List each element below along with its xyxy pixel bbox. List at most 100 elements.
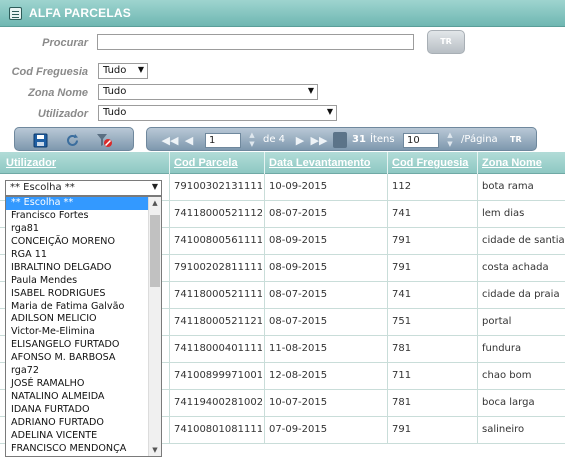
user-filter-select[interactable]: ** Escolha ** ▼ [5, 180, 162, 196]
col-header-utilizador[interactable]: Utilizador [6, 157, 56, 169]
refresh-icon[interactable] [63, 131, 81, 149]
items-label: Ítens [370, 134, 395, 145]
dropdown-option[interactable]: ** Escolha ** [6, 197, 161, 210]
dropdown-option[interactable]: Paula Mendes [6, 275, 161, 288]
pagination-toolbar: ◀◀ ◀ 1 ▲ ▼ de 4 ▶ ▶▶ 31 Ítens 10 ▲ ▼ /Pági… [146, 127, 537, 151]
list-icon [9, 7, 22, 20]
cell-cod-freguesia: 751 [392, 316, 412, 327]
per-page-spinner-icon[interactable]: ▲ ▼ [445, 131, 455, 149]
page-of-label: de 4 [263, 134, 286, 145]
dropdown-option[interactable]: Victor-Me-Elimina [6, 326, 161, 339]
cell-data-levantamento: 08-09-2015 [269, 262, 328, 273]
dropdown-option[interactable]: CONCEIÇÃO MORENO [6, 236, 161, 249]
chevron-down-icon: ▼ [326, 107, 333, 116]
cell-cod-parcela: 74118000521121 [174, 316, 262, 327]
scroll-up-icon[interactable]: ▲ [149, 199, 161, 207]
scroll-down-icon[interactable]: ▼ [149, 446, 161, 454]
dropdown-option[interactable]: RGA 11 [6, 249, 161, 262]
dropdown-option[interactable]: rga72 [6, 365, 161, 378]
dropdown-option[interactable]: FRANCISCO MENDONÇA [6, 443, 161, 456]
dropdown-option[interactable]: ELISANGELO FURTADO [6, 339, 161, 352]
cell-cod-freguesia: 791 [392, 424, 412, 435]
item-count: 31 [352, 134, 366, 145]
dropdown-option[interactable]: IBRALTINO DELGADO [6, 262, 161, 275]
apply-page-button[interactable]: TR [510, 135, 522, 144]
cell-cod-parcela: 74100899971001 [174, 370, 262, 381]
save-icon[interactable] [31, 131, 49, 149]
cell-zona-nome: cidade de santia [482, 235, 565, 246]
cell-cod-freguesia: 781 [392, 343, 412, 354]
cell-cod-freguesia: 741 [392, 289, 412, 300]
grid-header: Utilizador Cod Parcela Data Levantamento… [0, 152, 565, 174]
utilizador-select-value: Tudo [103, 107, 127, 118]
utilizador-label: Utilizador [37, 108, 88, 120]
dropdown-option[interactable]: ADILSON MELICIO [6, 313, 161, 326]
dropdown-scrollbar[interactable]: ▲ ▼ [148, 197, 161, 456]
zona-select[interactable]: Tudo ▼ [98, 84, 318, 100]
chevron-down-icon: ▼ [137, 65, 144, 74]
cell-cod-parcela: 74118000521111 [174, 289, 262, 300]
dropdown-option[interactable]: Francisco Fortes [6, 210, 161, 223]
dropdown-option[interactable]: ADELINA VICENTE [6, 430, 161, 443]
cell-cod-parcela: 74100800561111 [174, 235, 262, 246]
cell-cod-freguesia: 781 [392, 397, 412, 408]
cell-cod-freguesia: 791 [392, 235, 412, 246]
page-input[interactable]: 1 [205, 133, 241, 148]
dropdown-option[interactable]: JOSÉ RAMALHO [6, 378, 161, 391]
window-titlebar: ALFA PARCELAS [0, 0, 565, 27]
cell-data-levantamento: 08-07-2015 [269, 208, 328, 219]
cell-zona-nome: costa achada [482, 262, 549, 273]
scroll-thumb[interactable] [150, 215, 160, 287]
last-page-icon[interactable]: ▶▶ [310, 131, 328, 149]
dropdown-option[interactable]: ISABEL RODRIGUES [6, 288, 161, 301]
cell-cod-parcela: 79100202811111 [174, 262, 262, 273]
window-title: ALFA PARCELAS [29, 6, 131, 20]
cell-cod-freguesia: 741 [392, 208, 412, 219]
col-header-data-levantamento[interactable]: Data Levantamento [269, 157, 370, 169]
next-page-icon[interactable]: ▶ [294, 131, 306, 149]
separator-block [333, 132, 347, 148]
col-header-zona-nome[interactable]: Zona Nome [482, 157, 542, 169]
user-dropdown-list: ** Escolha ** Francisco Fortes rga81 CONCEI… [5, 196, 162, 457]
utilizador-select[interactable]: Tudo ▼ [98, 105, 337, 121]
cell-data-levantamento: 08-07-2015 [269, 289, 328, 300]
dropdown-option[interactable]: IDANA FURTADO [6, 404, 161, 417]
prev-page-icon[interactable]: ◀ [183, 131, 195, 149]
dropdown-option[interactable]: ADRIANO FURTADO [6, 417, 161, 430]
zona-label: Zona Nome [28, 87, 88, 99]
cell-data-levantamento: 10-07-2015 [269, 397, 328, 408]
zona-select-value: Tudo [103, 86, 127, 97]
first-page-icon[interactable]: ◀◀ [161, 131, 179, 149]
search-button[interactable]: TR [427, 30, 465, 54]
cell-zona-nome: portal [482, 316, 512, 327]
cell-cod-parcela: 74118000521112 [174, 208, 262, 219]
cell-cod-freguesia: 112 [392, 181, 412, 192]
chevron-down-icon: ▼ [151, 182, 158, 191]
freguesia-select[interactable]: Tudo ▼ [98, 63, 148, 79]
cell-zona-nome: chao bom [482, 370, 532, 381]
cell-cod-parcela: 79100302131111 [174, 181, 262, 192]
chevron-down-icon: ▼ [307, 86, 314, 95]
per-page-label: /Página [461, 134, 498, 145]
cell-data-levantamento: 08-09-2015 [269, 235, 328, 246]
cell-zona-nome: boca larga [482, 397, 535, 408]
cell-zona-nome: salineiro [482, 424, 525, 435]
freguesia-label: Cod Freguesia [11, 66, 88, 78]
cell-cod-freguesia: 791 [392, 262, 412, 273]
dropdown-option[interactable]: Maria de Fatima Galvão [6, 301, 161, 314]
search-label: Procurar [42, 37, 88, 49]
cell-cod-freguesia: 711 [392, 370, 412, 381]
dropdown-option[interactable]: AFONSO M. BARBOSA [6, 352, 161, 365]
dropdown-option[interactable]: NATALINO ALMEIDA [6, 391, 161, 404]
dropdown-option[interactable]: rga81 [6, 223, 161, 236]
cell-zona-nome: lem dias [482, 208, 525, 219]
per-page-input[interactable]: 10 [403, 133, 439, 148]
cell-data-levantamento: 11-08-2015 [269, 343, 328, 354]
cell-cod-parcela: 74100801081111 [174, 424, 262, 435]
cell-data-levantamento: 08-07-2015 [269, 316, 328, 327]
page-spinner-icon[interactable]: ▲ ▼ [247, 131, 257, 149]
search-input[interactable] [97, 34, 414, 50]
col-header-cod-freguesia[interactable]: Cod Freguesia [392, 157, 468, 169]
col-header-cod-parcela[interactable]: Cod Parcela [174, 157, 238, 169]
clear-filter-icon[interactable] [95, 131, 113, 149]
